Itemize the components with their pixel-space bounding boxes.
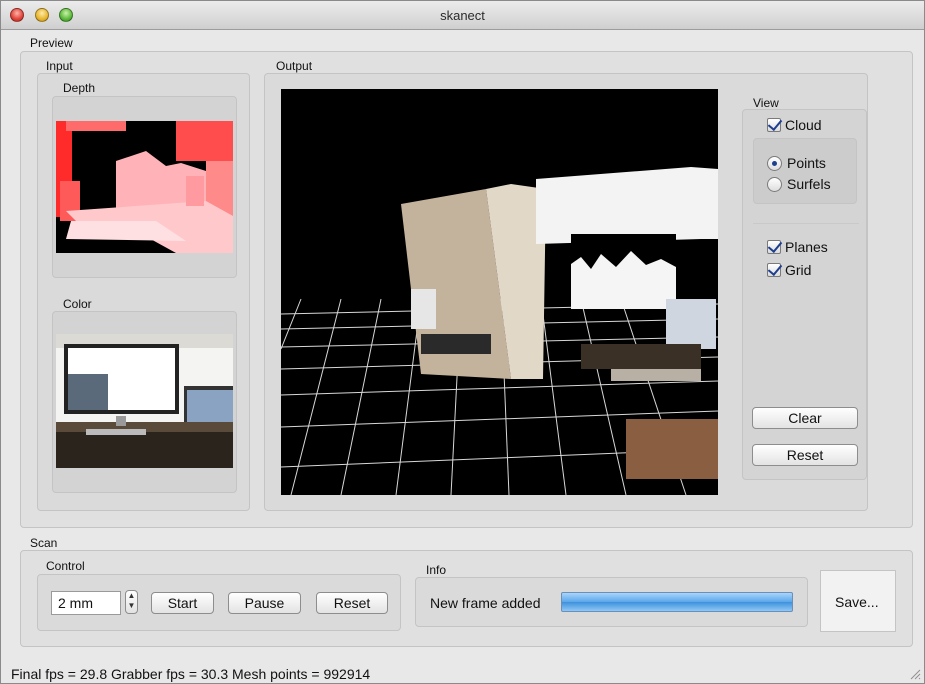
- info-status-text: New frame added: [430, 595, 541, 611]
- scan-progress-bar: [561, 592, 793, 612]
- planes-check-icon: [767, 240, 781, 254]
- surfels-label: Surfels: [787, 176, 831, 192]
- pause-button[interactable]: Pause: [228, 592, 301, 614]
- grid-check-icon: [767, 263, 781, 277]
- surfels-radio[interactable]: Surfels: [767, 176, 831, 192]
- save-button[interactable]: Save...: [835, 594, 879, 610]
- cloud-check-icon: [767, 118, 781, 132]
- resolution-stepper[interactable]: ▲ ▼: [125, 590, 138, 614]
- planes-label: Planes: [785, 239, 828, 255]
- points-label: Points: [787, 155, 826, 171]
- window-title: skanect: [440, 8, 485, 23]
- view-reset-button[interactable]: Reset: [752, 444, 858, 466]
- planes-checkbox[interactable]: Planes: [767, 239, 828, 255]
- cloud-label: Cloud: [785, 117, 822, 133]
- resolution-field[interactable]: 2 mm: [51, 591, 121, 615]
- color-image: [56, 334, 233, 468]
- grid-label: Grid: [785, 262, 812, 278]
- clear-button[interactable]: Clear: [752, 407, 858, 429]
- depth-image: [56, 121, 233, 253]
- resize-grip-icon[interactable]: [909, 668, 921, 680]
- info-group-label: Info: [426, 563, 447, 577]
- output-3d-view[interactable]: [281, 89, 718, 495]
- depth-label: Depth: [63, 81, 96, 95]
- status-bar-text: Final fps = 29.8 Grabber fps = 30.3 Mesh…: [11, 666, 371, 682]
- title-bar: skanect: [1, 1, 924, 30]
- app-window: skanect Preview Input Depth Color Output…: [0, 0, 925, 684]
- color-label: Color: [63, 297, 92, 311]
- view-group-label: View: [753, 96, 779, 110]
- input-group-label: Input: [46, 59, 73, 73]
- view-separator: [753, 223, 859, 224]
- points-radio[interactable]: Points: [767, 155, 826, 171]
- control-group-label: Control: [46, 559, 85, 573]
- output-group-label: Output: [276, 59, 313, 73]
- surfels-radio-icon: [767, 176, 782, 192]
- cloud-mode-group: [753, 138, 857, 204]
- scan-reset-button[interactable]: Reset: [316, 592, 388, 614]
- grid-checkbox[interactable]: Grid: [767, 262, 811, 278]
- scan-group-label: Scan: [30, 536, 58, 550]
- cloud-checkbox[interactable]: Cloud: [767, 117, 822, 133]
- start-button[interactable]: Start: [151, 592, 214, 614]
- points-radio-icon: [767, 155, 782, 171]
- preview-group-label: Preview: [30, 36, 73, 50]
